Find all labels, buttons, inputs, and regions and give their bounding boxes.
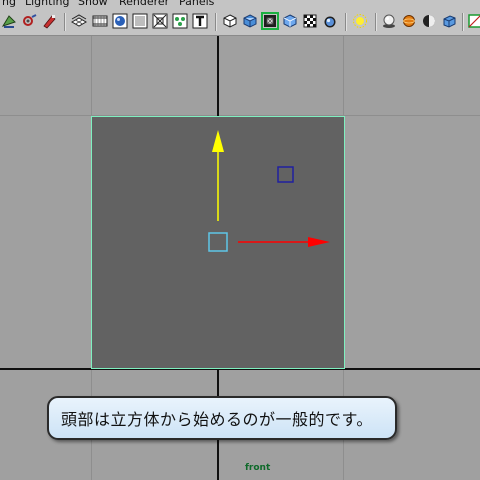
toolbar-separator: [64, 13, 65, 31]
toolbar-separator: [375, 13, 376, 31]
xray-components-icon[interactable]: [441, 13, 457, 29]
use-all-lights-icon[interactable]: [322, 13, 338, 29]
menu-renderer[interactable]: Renderer: [119, 0, 169, 8]
grid-toggle-icon[interactable]: [71, 13, 87, 29]
isolate-select-icon[interactable]: [381, 13, 397, 29]
wireframe-icon[interactable]: [222, 13, 238, 29]
toolbar-separator: [215, 13, 216, 31]
toolbar-separator: [345, 13, 346, 31]
select-camera-icon[interactable]: [1, 13, 17, 29]
backface-culling-icon[interactable]: [467, 13, 480, 29]
menu-shading[interactable]: ng: [2, 0, 16, 8]
gate-mask-icon[interactable]: [132, 13, 148, 29]
subtitle-text: 頭部は立方体から始めるのが一般的です。: [61, 410, 373, 429]
x-axis-arrowhead: [308, 237, 330, 247]
wireframe-on-shaded-icon[interactable]: [261, 12, 279, 30]
shadows-icon[interactable]: [352, 13, 368, 29]
camera-attributes-icon[interactable]: [21, 13, 37, 29]
flat-shade-icon[interactable]: [282, 13, 298, 29]
safe-title-icon[interactable]: [192, 13, 208, 29]
menu-show[interactable]: Show: [78, 0, 108, 8]
center-handle: [208, 232, 228, 252]
resolution-gate-icon[interactable]: [112, 13, 128, 29]
menu-lighting[interactable]: Lighting: [25, 0, 69, 8]
menu-panels[interactable]: Panels: [179, 0, 214, 8]
z-axis-handle: [277, 166, 294, 183]
bookmark-icon[interactable]: [41, 13, 57, 29]
smooth-shade-icon[interactable]: [242, 13, 258, 29]
film-gate-icon[interactable]: [92, 13, 108, 29]
toolbar-separator: [462, 13, 463, 31]
field-chart-icon[interactable]: [152, 13, 168, 29]
panel-toolbar: [0, 9, 480, 36]
xray-joints-icon[interactable]: [421, 13, 437, 29]
panel-menu-bar: ng Lighting Show Renderer Panels: [0, 0, 480, 9]
y-axis-arrowhead: [212, 130, 224, 152]
subtitle-bubble: 頭部は立方体から始めるのが一般的です。: [47, 396, 397, 440]
textured-icon[interactable]: [302, 13, 318, 29]
safe-action-icon[interactable]: [172, 13, 188, 29]
camera-name-label: front: [245, 463, 271, 473]
xray-icon[interactable]: [401, 13, 417, 29]
